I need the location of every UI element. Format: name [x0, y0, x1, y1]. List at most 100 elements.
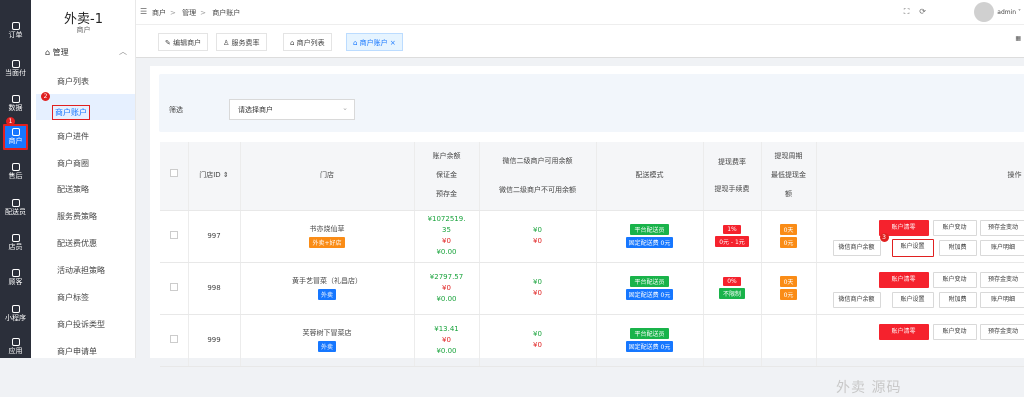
step-badge-2: 2 [41, 92, 50, 101]
row-checkbox[interactable] [160, 262, 188, 314]
table-header: 门店ID ⇕ 门店 账户余额保证金预存金 微信二级商户可用余额微信二级商户不可用… [160, 142, 1024, 210]
wx-unavailable: ¥0 [480, 236, 596, 247]
store-tag: 外卖 [318, 289, 336, 300]
app-rail: 订单 当面付 数据 商户 售后 配送员 店员 顾客 小程序 应用 1 [0, 0, 31, 358]
pay-icon [12, 60, 20, 68]
sidebar-item-store-list[interactable]: 商户列表 [57, 76, 89, 87]
rail-item-orders[interactable]: 订单 [0, 22, 31, 40]
surcharge-button[interactable]: 附加费 [939, 240, 977, 256]
deposit: ¥0 [415, 283, 479, 294]
surcharge-button[interactable]: 附加费 [939, 292, 977, 308]
ops-cell: 账户清零 账户变动 预存金变动 [816, 314, 1024, 366]
clear-account-button[interactable]: 账户清零 [879, 272, 929, 288]
rail-item-courier[interactable]: 配送员 [0, 199, 31, 217]
avatar[interactable] [974, 2, 994, 22]
wx-cell: ¥0¥0 [479, 210, 596, 262]
store-select[interactable]: 请选择商户⌄ [229, 99, 355, 120]
wx-available: ¥0 [480, 329, 596, 340]
fee-range-badge: 不限制 [719, 288, 745, 299]
menu-toggle-icon[interactable]: ☰ [140, 7, 147, 16]
mode-cell: 平台配送员固定配送费 0元 [596, 262, 703, 314]
wx-balance-button[interactable]: 微信商户余额 [833, 240, 881, 256]
tab-more-icon[interactable]: ▦ [1015, 35, 1021, 42]
sidebar-group-manage[interactable]: ⌂ 管理︿ [45, 47, 127, 58]
wx-unavailable: ¥0 [480, 340, 596, 351]
rail-item-aftersale[interactable]: 售后 [0, 163, 31, 181]
prestore-change-button[interactable]: 预存金变动 [980, 324, 1024, 340]
tab-edit-store[interactable]: ✎ 编辑商户 [158, 33, 208, 51]
store-tag: 外卖 [318, 341, 336, 352]
account-settings-button[interactable]: 账户设置 [892, 292, 934, 308]
prestore-change-button[interactable]: 预存金变动 [980, 272, 1024, 288]
fullscreen-icon[interactable]: ⛶ [904, 7, 920, 16]
rail-item-pay[interactable]: 当面付 [0, 60, 31, 78]
col-store: 门店 [240, 142, 414, 210]
table-row: 999 芙蓉树下冒菜店外卖 ¥13.41¥0¥0.00 ¥0¥0 平台配送员固定… [160, 314, 1024, 366]
account-detail-button[interactable]: 账户明细 [980, 292, 1024, 308]
fee-badge: 固定配送费 0元 [626, 289, 674, 300]
clear-account-button[interactable]: 账户清零 [879, 324, 929, 340]
account-change-button[interactable]: 账户变动 [933, 324, 977, 340]
sidebar-item-business-area[interactable]: 商户商圈 [57, 158, 89, 169]
wx-available: ¥0 [480, 225, 596, 236]
sidebar: 外卖-1 商户 ⌂ 管理︿ 商户列表 商户账户 商户进件 商户商圈 配送策略 服… [31, 0, 136, 358]
rail-item-apps[interactable]: 应用 [0, 338, 31, 356]
rail-item-clerk[interactable]: 店员 [0, 234, 31, 252]
min-badge: 0元 [780, 237, 798, 248]
row-checkbox[interactable] [160, 314, 188, 366]
watermark: 外卖 源码 [836, 377, 901, 397]
min-badge: 0元 [780, 289, 798, 300]
period-cell: 0天0元 [761, 210, 816, 262]
rate-badge: 0% [723, 277, 741, 286]
store-name: 黄手艺冒菜（礼昌店） [241, 276, 414, 286]
sidebar-item-activity-policy[interactable]: 活动承担策略 [57, 265, 105, 276]
sidebar-item-complaint-types[interactable]: 商户投诉类型 [57, 319, 105, 330]
sidebar-item-delivery-policy[interactable]: 配送策略 [57, 184, 89, 195]
breadcrumb: 商户> 管理> 商户账户 [152, 8, 244, 18]
breadcrumb-store[interactable]: 商户 [152, 9, 166, 17]
store-cell: 芙蓉树下冒菜店外卖 [240, 314, 414, 366]
sidebar-item-applications[interactable]: 商户申请单 [57, 346, 97, 357]
sidebar-item-service-fee[interactable]: 服务费策略 [57, 211, 97, 222]
edit-icon: ✎ [165, 39, 173, 47]
store-cell: 书亦烧仙草外卖+好店 [240, 210, 414, 262]
sidebar-item-store-tags[interactable]: 商户标签 [57, 292, 89, 303]
user-icon: ♙ [223, 39, 232, 47]
mode-cell: 平台配送员固定配送费 0元 [596, 210, 703, 262]
miniprogram-icon [12, 305, 20, 313]
prestore: ¥0.00 [415, 247, 479, 258]
account-change-button[interactable]: 账户变动 [933, 272, 977, 288]
balance: ¥1072519. [415, 214, 479, 225]
rail-item-miniprogram[interactable]: 小程序 [0, 305, 31, 323]
tab-service-rate[interactable]: ♙ 服务费率 [216, 33, 267, 51]
store-icon: ⌂ [45, 48, 53, 57]
rail-item-customer[interactable]: 顾客 [0, 269, 31, 287]
row-checkbox[interactable] [160, 210, 188, 262]
mode-badge: 平台配送员 [630, 276, 668, 287]
select-all-checkbox[interactable] [160, 142, 188, 210]
step-badge-1: 1 [6, 117, 15, 126]
wx-balance-button[interactable]: 微信商户余额 [833, 292, 881, 308]
tab-store-list[interactable]: ⌂ 商户列表 [283, 33, 332, 51]
balance: ¥13.41 [415, 324, 479, 335]
breadcrumb-manage[interactable]: 管理 [182, 9, 196, 17]
rate-cell: 0% 不限制 [703, 262, 761, 314]
account-detail-button[interactable]: 账户明细 [980, 240, 1024, 256]
col-mode: 配送模式 [596, 142, 703, 210]
deposit: ¥0 [415, 335, 479, 346]
refresh-icon[interactable]: ⟳ [919, 7, 936, 16]
rail-item-store[interactable]: 商户 [3, 124, 28, 150]
close-icon[interactable]: × [388, 39, 396, 47]
sidebar-item-delivery-discount[interactable]: 配送费优惠 [57, 238, 97, 249]
rail-item-data[interactable]: 数据 [0, 95, 31, 113]
sidebar-item-store-account[interactable]: 商户账户 [36, 94, 135, 120]
prestore-change-button[interactable]: 预存金变动 [980, 220, 1024, 236]
tab-store-account[interactable]: ⌂ 商户账户 × [346, 33, 403, 51]
col-id[interactable]: 门店ID ⇕ [188, 142, 240, 210]
user-menu[interactable]: admin ˅ [997, 9, 1021, 16]
account-settings-button[interactable]: 账户设置 [892, 239, 934, 257]
col-balance: 账户余额保证金预存金 [414, 142, 479, 210]
store-id: 997 [188, 210, 240, 262]
sidebar-item-onboarding[interactable]: 商户进件 [57, 131, 89, 142]
account-change-button[interactable]: 账户变动 [933, 220, 977, 236]
